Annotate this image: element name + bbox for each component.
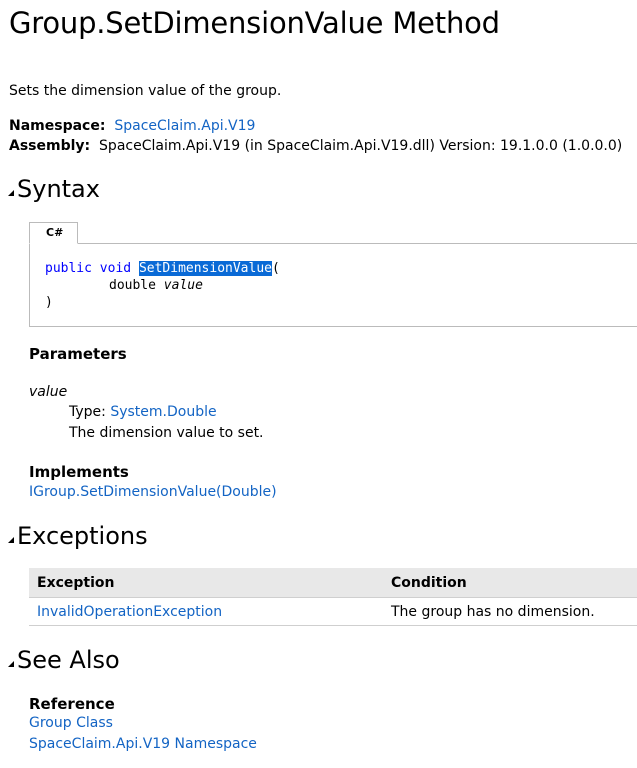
table-header-row: Exception Condition	[29, 568, 637, 598]
group-class-link[interactable]: Group Class	[29, 715, 113, 731]
section-syntax-heading: Syntax	[17, 175, 100, 203]
reference-heading: Reference	[29, 695, 115, 713]
code-open-paren: (	[272, 261, 280, 276]
code-tab-csharp[interactable]: C#	[29, 222, 79, 244]
parameters-heading: Parameters	[29, 345, 127, 363]
namespace-label: Namespace:	[9, 118, 106, 134]
section-exceptions-toggle[interactable]: Exceptions	[8, 522, 148, 550]
parameter-description: The dimension value to set.	[69, 425, 264, 441]
collapse-triangle-icon	[8, 190, 14, 196]
assembly-value: SpaceClaim.Api.V19 (in SpaceClaim.Api.V1…	[99, 138, 623, 154]
summary-text: Sets the dimension value of the group.	[9, 83, 282, 99]
section-see-also-toggle[interactable]: See Also	[8, 646, 120, 674]
assembly-label: Assembly:	[9, 138, 91, 154]
parameter-type-label: Type:	[69, 404, 106, 420]
column-header-condition: Condition	[383, 568, 637, 598]
code-snippet: C# public void SetDimensionValue( double…	[29, 222, 637, 327]
exceptions-table: Exception Condition InvalidOperationExce…	[29, 568, 637, 626]
namespace-line: Namespace: SpaceClaim.Api.V19	[9, 118, 255, 134]
namespace-reference-link[interactable]: SpaceClaim.Api.V19 Namespace	[29, 736, 257, 752]
namespace-link[interactable]: SpaceClaim.Api.V19	[114, 118, 255, 134]
section-see-also-heading: See Also	[17, 646, 120, 674]
code-param-name: value	[163, 278, 203, 293]
exception-link[interactable]: InvalidOperationException	[37, 604, 222, 620]
exception-cell: InvalidOperationException	[29, 597, 383, 626]
condition-cell: The group has no dimension.	[383, 597, 637, 626]
column-header-exception: Exception	[29, 568, 383, 598]
code-line-2: double value	[45, 277, 637, 294]
code-param-type: double	[109, 278, 156, 293]
code-keyword-void: void	[99, 261, 132, 276]
code-line-1: public void SetDimensionValue(	[45, 260, 637, 277]
parameter-type-line: Type: System.Double	[69, 404, 217, 420]
collapse-triangle-icon	[8, 537, 14, 543]
assembly-line: Assembly: SpaceClaim.Api.V19 (in SpaceCl…	[9, 138, 622, 154]
parameter-type-link[interactable]: System.Double	[110, 404, 216, 420]
code-block: public void SetDimensionValue( double va…	[29, 243, 637, 327]
code-method-name: SetDimensionValue	[138, 261, 272, 276]
table-row: InvalidOperationException The group has …	[29, 597, 637, 626]
code-line-3: )	[45, 295, 53, 310]
code-keyword-public: public	[45, 261, 92, 276]
section-exceptions-heading: Exceptions	[17, 522, 148, 550]
collapse-triangle-icon	[8, 661, 14, 667]
parameter-name: value	[29, 384, 68, 400]
page-title: Group.SetDimensionValue Method	[9, 6, 500, 40]
implements-link[interactable]: IGroup.SetDimensionValue(Double)	[29, 484, 277, 500]
section-syntax-toggle[interactable]: Syntax	[8, 175, 100, 203]
implements-heading: Implements	[29, 463, 129, 481]
